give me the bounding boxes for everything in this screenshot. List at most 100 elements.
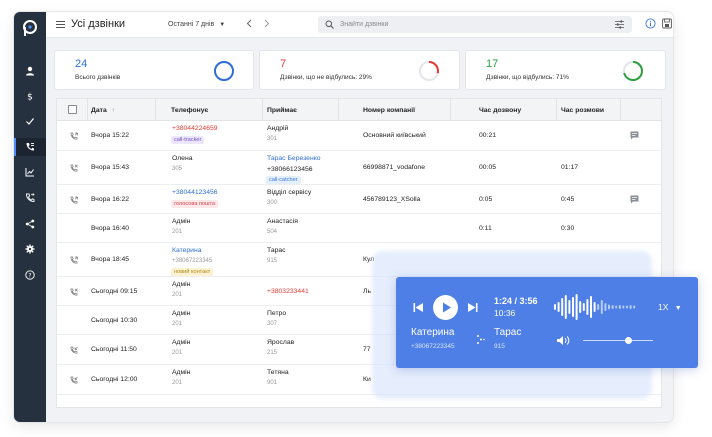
volume-icon[interactable] [556,335,570,346]
call-direction-icon [70,376,78,384]
cell-receiver: Відділ сервісу [267,189,312,196]
phone-list-icon [26,143,34,151]
caret-down-icon: ▼ [674,305,682,312]
cell-company: Ль [363,288,372,295]
chart-icon [25,168,34,177]
cell-company: 77 [363,346,371,353]
menu-icon[interactable] [56,21,65,28]
dollar-icon: $ [27,93,33,102]
cell-caller[interactable]: +38044123456 [172,189,218,196]
audio-player: 1:24 / 3:56 10:36 1X ▼ Катерина +3806722… [396,277,698,368]
comment-icon[interactable] [630,131,639,140]
skip-forward-button[interactable] [467,302,478,313]
kpi-ring-fill [214,61,234,81]
caller-tag: новий контакт [171,268,214,276]
cell-talk: 0:30 [561,225,575,232]
cell-receiver: Петро [267,310,287,317]
cell-caller: Адмін [172,310,191,317]
waveform[interactable] [554,293,638,321]
cell-caller-sub: 201 [172,321,183,327]
table-header: Дата ↑ Телефонує Приймає Номер компанії … [57,99,661,121]
kpi-ring-total [214,61,234,81]
column-header-date[interactable]: Дата ↑ [91,107,115,114]
playback-speed-select[interactable]: 1X ▼ [658,302,682,312]
waveform-bar [554,304,556,310]
cell-receiver: Анастасія [267,218,298,225]
sidebar-item-settings[interactable] [14,240,46,258]
volume-slider-handle[interactable] [625,337,632,344]
call-direction-icon [70,196,78,204]
search-icon [325,20,334,29]
cell-receiver[interactable]: Тарас Березенко [267,155,321,162]
play-button[interactable] [433,295,458,320]
cell-caller[interactable]: Катерина [172,247,202,254]
next-period-button[interactable] [264,19,270,30]
sidebar-item-calls[interactable] [14,138,46,156]
waveform-bar [611,305,614,309]
cell-company: 66998871_vodafone [363,164,425,171]
table-row[interactable]: Вчора 16:40 Адмін 201 Анастасія 504 0:11 0:30 [57,214,661,243]
svg-text:$: $ [27,93,33,102]
player-caller-name: Катерина [411,327,455,338]
column-header-talk[interactable]: Час розмови [561,107,604,114]
sidebar-item-billing[interactable]: $ [14,87,46,105]
kpi-value: 17 [486,58,499,70]
playback-speed-label: 1X [658,302,669,312]
cell-wait: 00:21 [479,132,497,139]
comment-icon[interactable] [630,195,639,204]
waveform-bar [622,305,625,309]
top-header: Усі дзвінки Останні 7 днів ▼ [46,12,673,38]
caller-tag: call-tracker [171,136,205,144]
column-header-receiver[interactable]: Приймає [267,107,297,114]
cell-receiver[interactable]: +3803233441 [267,288,309,295]
cell-date: Вчора 18:45 [91,256,130,263]
period-select-label: Останні 7 днів [168,21,215,28]
search-input[interactable] [340,19,600,30]
cell-receiver-sub: 301 [267,136,278,142]
phone-transfer-icon [26,193,35,202]
column-header-company[interactable]: Номер компанії [363,107,415,114]
kpi-ring-missed [419,61,439,81]
skip-back-button[interactable] [413,302,424,313]
chevron-left-icon [246,19,252,28]
column-header-caller[interactable]: Телефонує [171,107,208,114]
cell-receiver: Тарас [267,247,286,254]
cell-company: 456789123_XSolla [363,196,421,203]
sidebar-item-analytics[interactable] [14,163,46,181]
sidebar-item-help[interactable]: ? [14,266,46,284]
cell-receiver-sub: 300 [267,200,278,206]
sort-arrow-icon: ↑ [111,108,115,114]
table-row[interactable]: Вчора 15:43 Олена 305 Тарас Березенко +38066… [57,151,661,185]
playback-time: 1:24 / 3:56 [494,296,538,306]
table-row[interactable]: Вчора 15:22 +38044224659 call-tracker Андрі… [57,121,661,151]
waveform-bar [564,295,567,319]
cell-receiver-sub: 901 [267,380,278,386]
chevron-right-icon [264,19,270,28]
waveform-bar [604,303,607,311]
waveform-bar [600,300,603,314]
period-select[interactable]: Останні 7 днів ▼ [168,21,225,28]
column-divider [87,99,88,121]
cell-wait: 00:05 [479,164,497,171]
info-icon[interactable] [645,18,656,29]
filter-sliders-icon[interactable] [615,20,624,29]
volume-slider[interactable] [583,337,653,344]
call-direction-icon [70,256,78,264]
call-direction-icon [70,132,78,140]
sidebar-item-integrations[interactable] [14,215,46,233]
cell-talk: 0:45 [561,196,575,203]
prev-period-button[interactable] [246,19,252,30]
save-icon[interactable] [662,18,672,29]
call-flow-icon [477,335,485,344]
table-row[interactable]: Вчора 16:22 +38044123456 голосова пошта Від… [57,185,661,214]
waveform-bar [575,294,578,320]
column-header-wait[interactable]: Час дозвону [479,107,521,114]
select-all-checkbox[interactable] [68,105,77,114]
cell-receiver-sub: 504 [267,229,278,235]
cell-date: Сьогодні 11:50 [91,346,137,353]
sidebar-item-profile[interactable] [14,62,46,80]
sidebar-item-tasks[interactable] [14,112,46,130]
cell-caller[interactable]: +38044224659 [172,125,218,132]
svg-text:?: ? [28,272,31,279]
sidebar-item-call-routing[interactable] [14,189,46,207]
